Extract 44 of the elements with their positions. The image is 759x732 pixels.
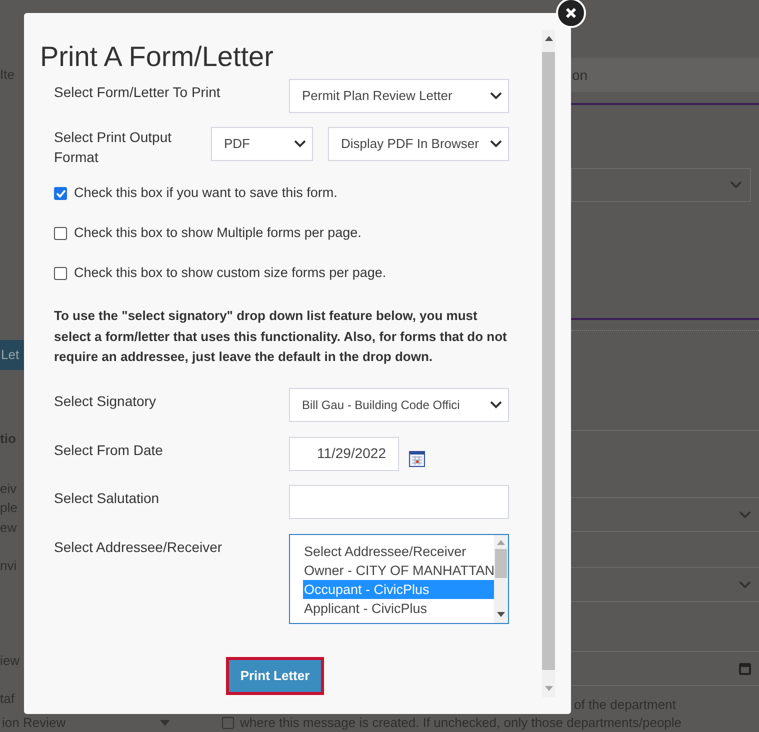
chevron-icon [490, 140, 502, 148]
letter-button[interactable]: Let [0, 340, 24, 370]
checkbox[interactable] [54, 266, 67, 280]
signatory-select[interactable]: Bill Gau - Building Code Offici [289, 388, 509, 422]
calendar-icon[interactable] [409, 450, 425, 466]
chevron-icon [294, 140, 306, 148]
field-label: Select Print Output Format [54, 128, 173, 167]
chevron-icon [490, 92, 502, 100]
scrollbar[interactable] [542, 30, 555, 697]
list-option[interactable]: Owner - CITY OF MANHATTAN [303, 560, 494, 580]
salutation-field[interactable] [289, 484, 509, 518]
output-select[interactable]: Display PDF In Browser [328, 127, 509, 161]
close-icon [565, 7, 577, 19]
format-select[interactable]: PDF [211, 127, 313, 161]
scroll-down-icon[interactable] [497, 612, 505, 616]
list-option[interactable]: Applicant - CivicPlus [303, 598, 494, 618]
chevron-icon [490, 400, 502, 408]
field-label: Select Form/Letter To Print [54, 83, 222, 102]
addressee-listbox[interactable]: Select Addressee/Receiver Owner - CITY OF MANHATTAN Occupant - CivicPlus Applicant - CivicPlus [289, 534, 509, 624]
field-label: Select From Date [54, 440, 164, 460]
chevron-icon [730, 181, 742, 189]
chevron-icon [739, 580, 751, 588]
scroll-up-icon[interactable] [544, 36, 552, 41]
checkbox-label: Check this box if you want to save this form. [74, 184, 338, 202]
instructions-text: To use the "select signatory" drop down list feature below, you must select a form/letter that uses this functionality. Also, for forms that do not require an addressee, just leave the default in the drop down. [54, 307, 508, 366]
field-label: Select Addressee/Receiver [54, 538, 224, 556]
scrollbar[interactable] [494, 534, 508, 622]
form-select[interactable]: Permit Plan Review Letter [289, 79, 509, 113]
close-button[interactable] [556, 0, 586, 28]
caret-icon [160, 720, 170, 726]
dialog-title: Print A Form/Letter [40, 41, 274, 73]
checkbox[interactable] [54, 186, 67, 200]
checkbox-label: Check this box to show custom size forms per page. [74, 264, 386, 282]
chevron-icon [739, 510, 751, 518]
print-button[interactable]: Print Letter [226, 656, 324, 694]
checkbox[interactable] [222, 717, 234, 729]
field-label: Select Signatory [54, 392, 157, 410]
checkbox-label: Check this box to show Multiple forms per page. [74, 224, 362, 242]
select-field[interactable] [571, 168, 751, 202]
checkbox[interactable] [54, 226, 67, 240]
field-label: Select Salutation [54, 488, 160, 508]
list-option[interactable]: Select Addressee/Receiver [303, 542, 494, 560]
date-field[interactable]: 11/29/2022 [289, 436, 399, 470]
calendar-icon [739, 662, 751, 675]
